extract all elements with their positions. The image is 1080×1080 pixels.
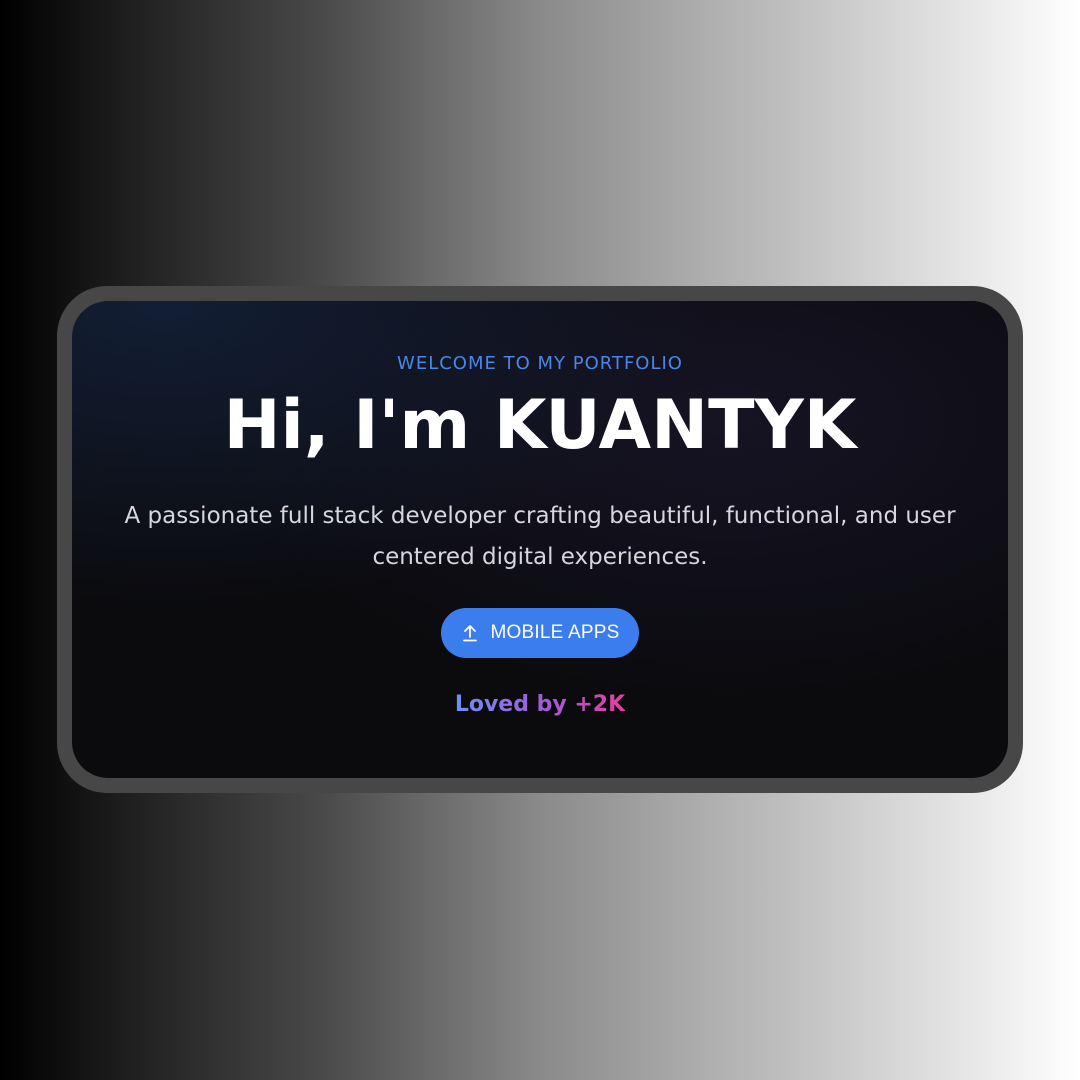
hero-headline: Hi, I'm KUANTYK xyxy=(223,386,857,465)
hero-section: WELCOME TO MY PORTFOLIO Hi, I'm KUANTYK … xyxy=(72,301,1008,778)
eyebrow-text: WELCOME TO MY PORTFOLIO xyxy=(397,353,683,374)
device-frame: WELCOME TO MY PORTFOLIO Hi, I'm KUANTYK … xyxy=(57,286,1023,793)
mobile-apps-label: MOBILE APPS xyxy=(490,622,620,643)
hero-subtitle: A passionate full stack developer crafti… xyxy=(124,503,956,570)
mobile-apps-button[interactable]: MOBILE APPS xyxy=(440,608,640,658)
social-proof-text: Loved by +2K xyxy=(454,692,626,717)
upload-arrow-icon xyxy=(461,624,479,642)
